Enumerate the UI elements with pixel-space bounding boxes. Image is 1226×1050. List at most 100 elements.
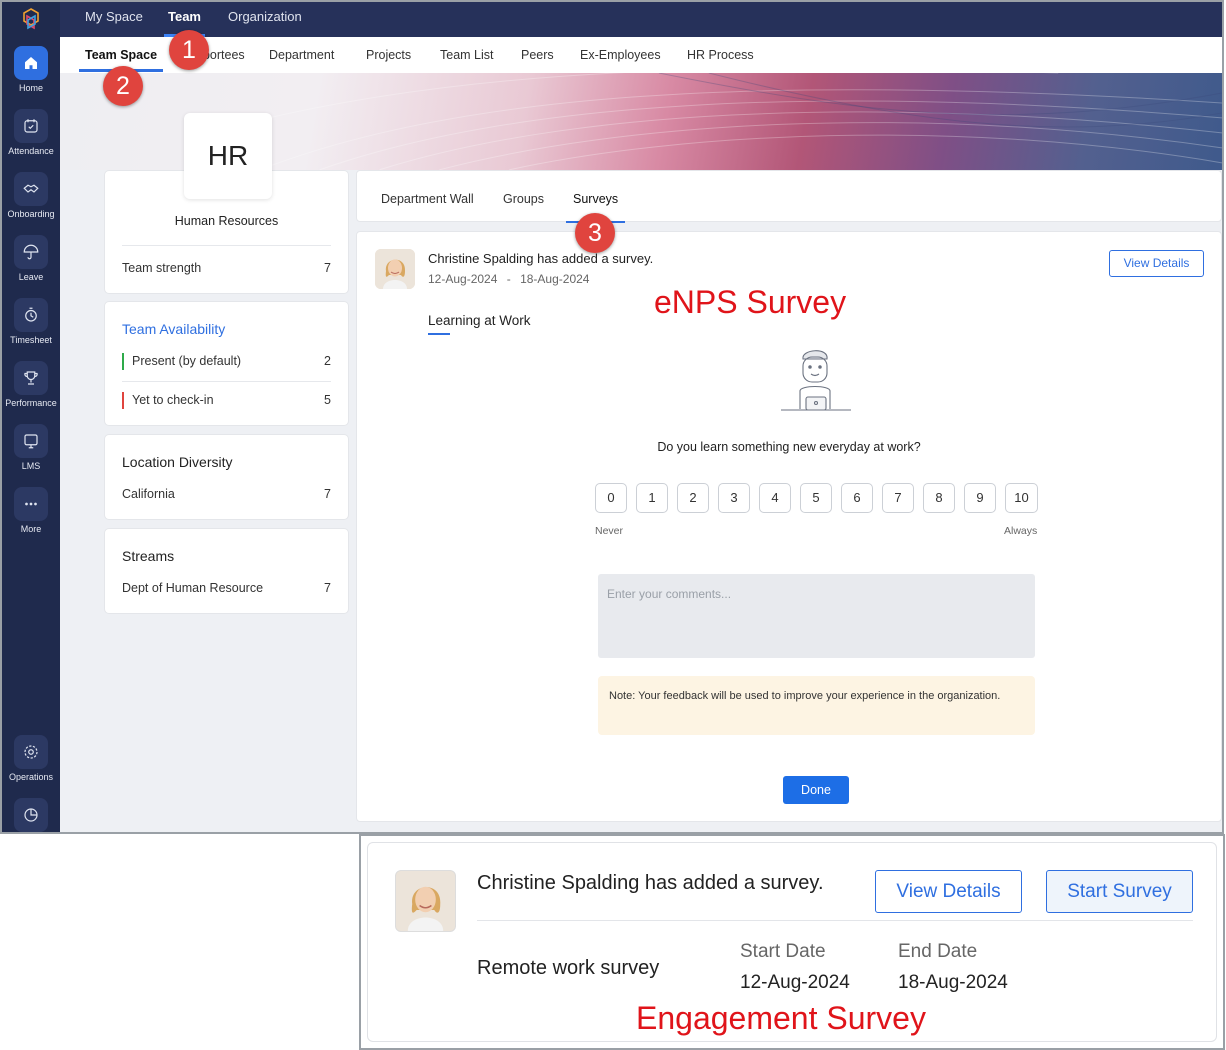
survey-question: Do you learn something new everyday at w…	[657, 440, 921, 454]
engagement-survey-name: Remote work survey	[477, 957, 660, 979]
rating-option-2[interactable]: 2	[677, 483, 709, 513]
done-button[interactable]: Done	[783, 776, 849, 804]
sidebar-item-label: Attendance	[8, 146, 54, 156]
rating-option-4[interactable]: 4	[759, 483, 791, 513]
trophy-icon	[14, 361, 48, 395]
subtab-ex-employees[interactable]: Ex-Employees	[580, 37, 661, 73]
survey-title-underline	[428, 333, 450, 335]
survey-start-date: 12-Aug-2024	[428, 272, 498, 286]
enps-survey-label: eNPS Survey	[654, 284, 847, 320]
rating-option-6[interactable]: 6	[841, 483, 873, 513]
step-marker-3: 3	[575, 213, 615, 253]
availability-label: Present (by default)	[132, 354, 242, 368]
gear-icon	[14, 735, 48, 769]
sidebar-item-label: Operations	[8, 772, 54, 782]
team-sub-nav: Team Space Reportees Department Projects…	[60, 37, 1222, 73]
sidebar-item-label: Timesheet	[10, 335, 52, 345]
survey-title: Learning at Work	[428, 313, 531, 328]
team-availability-card: Team Availability Present (by default) 2…	[104, 301, 349, 426]
tab-department-wall[interactable]: Department Wall	[381, 171, 474, 223]
step-marker-2: 2	[103, 66, 143, 106]
engagement-survey-card: Christine Spalding has added a survey. V…	[367, 842, 1217, 1042]
scale-min-label: Never	[595, 525, 624, 537]
streams-card: Streams Dept of Human Resource 7	[104, 528, 349, 614]
survey-end-date: 18-Aug-2024	[520, 272, 590, 286]
sidebar-item-label: LMS	[21, 461, 41, 471]
survey-illustration-icon	[781, 350, 851, 411]
stream-row[interactable]: Dept of Human Resource 7	[122, 581, 331, 595]
app-window: Home Attendance Onboarding Leave Timeshe…	[0, 0, 1224, 834]
rating-option-3[interactable]: 3	[718, 483, 750, 513]
clock-icon	[14, 298, 48, 332]
team-availability-title[interactable]: Team Availability	[122, 321, 225, 337]
sidebar-item-more[interactable]: More	[2, 487, 60, 534]
more-icon	[14, 487, 48, 521]
start-survey-button[interactable]: Start Survey	[1046, 870, 1193, 913]
subtab-peers[interactable]: Peers	[521, 37, 554, 73]
rating-option-1[interactable]: 1	[636, 483, 668, 513]
sidebar-item-operations[interactable]: Operations	[2, 735, 60, 782]
team-strength-value: 7	[324, 261, 331, 275]
subtab-department[interactable]: Department	[269, 37, 334, 73]
present-indicator	[122, 353, 124, 370]
rating-option-5[interactable]: 5	[800, 483, 832, 513]
engagement-survey-label: Engagement Survey	[636, 1000, 926, 1036]
rating-option-7[interactable]: 7	[882, 483, 914, 513]
tab-groups[interactable]: Groups	[503, 171, 544, 223]
rating-option-9[interactable]: 9	[964, 483, 996, 513]
location-diversity-title: Location Diversity	[122, 454, 233, 470]
divider	[477, 920, 1193, 921]
department-name: Human Resources	[174, 214, 279, 228]
check-in-indicator	[122, 392, 124, 409]
availability-value: 5	[324, 393, 331, 407]
rating-option-10[interactable]: 10	[1005, 483, 1038, 513]
view-details-button[interactable]: View Details	[1109, 250, 1204, 277]
survey-author-text: Christine Spalding has added a survey.	[428, 251, 654, 266]
subtab-hr-process[interactable]: HR Process	[687, 37, 754, 73]
sidebar-item-attendance[interactable]: Attendance	[2, 109, 60, 156]
date-separator: -	[506, 272, 511, 286]
sidebar-item-label: More	[20, 524, 42, 534]
app-logo-icon	[23, 8, 39, 30]
start-date-value: 12-Aug-2024	[740, 972, 850, 993]
location-value: 7	[324, 487, 331, 501]
comment-input[interactable]	[598, 574, 1035, 658]
department-badge: HR	[184, 113, 272, 199]
availability-value: 2	[324, 354, 331, 368]
scale-max-label: Always	[1004, 525, 1038, 537]
team-strength-label: Team strength	[122, 261, 202, 275]
sidebar-item-onboarding[interactable]: Onboarding	[2, 172, 60, 219]
sidebar: Home Attendance Onboarding Leave Timeshe…	[2, 2, 60, 832]
stream-value: 7	[324, 581, 331, 595]
sidebar-item-timesheet[interactable]: Timesheet	[2, 298, 60, 345]
subtab-projects[interactable]: Projects	[366, 37, 411, 73]
end-date-label: End Date	[898, 941, 978, 962]
author-avatar	[375, 249, 415, 289]
stream-label: Dept of Human Resource	[122, 581, 264, 595]
availability-row: Yet to check-in 5	[132, 393, 331, 407]
rating-option-8[interactable]: 8	[923, 483, 955, 513]
divider	[122, 381, 331, 382]
location-diversity-card: Location Diversity California 7	[104, 434, 349, 520]
sidebar-item-home[interactable]: Home	[2, 46, 60, 93]
view-details-button[interactable]: View Details	[875, 870, 1022, 913]
subtab-team-list[interactable]: Team List	[440, 37, 494, 73]
sidebar-item-performance[interactable]: Performance	[2, 361, 60, 408]
top-nav-organization[interactable]: Organization	[228, 2, 302, 37]
home-icon	[14, 46, 48, 80]
sidebar-item-leave[interactable]: Leave	[2, 235, 60, 282]
calendar-check-icon	[14, 109, 48, 143]
availability-row: Present (by default) 2	[132, 354, 331, 368]
top-nav-bar: My Space Team Organization	[60, 2, 1222, 37]
sidebar-item-lms[interactable]: LMS	[2, 424, 60, 471]
sidebar-item-reports[interactable]	[2, 798, 60, 832]
availability-label: Yet to check-in	[132, 393, 214, 407]
top-nav-my-space[interactable]: My Space	[85, 2, 143, 37]
sidebar-item-label: Home	[18, 83, 43, 93]
monitor-icon	[14, 424, 48, 458]
step-marker-1: 1	[169, 30, 209, 70]
team-strength-row: Team strength 7	[122, 261, 331, 275]
start-date-label: Start Date	[740, 941, 826, 962]
end-date-value: 18-Aug-2024	[898, 972, 1008, 993]
rating-option-0[interactable]: 0	[595, 483, 627, 513]
